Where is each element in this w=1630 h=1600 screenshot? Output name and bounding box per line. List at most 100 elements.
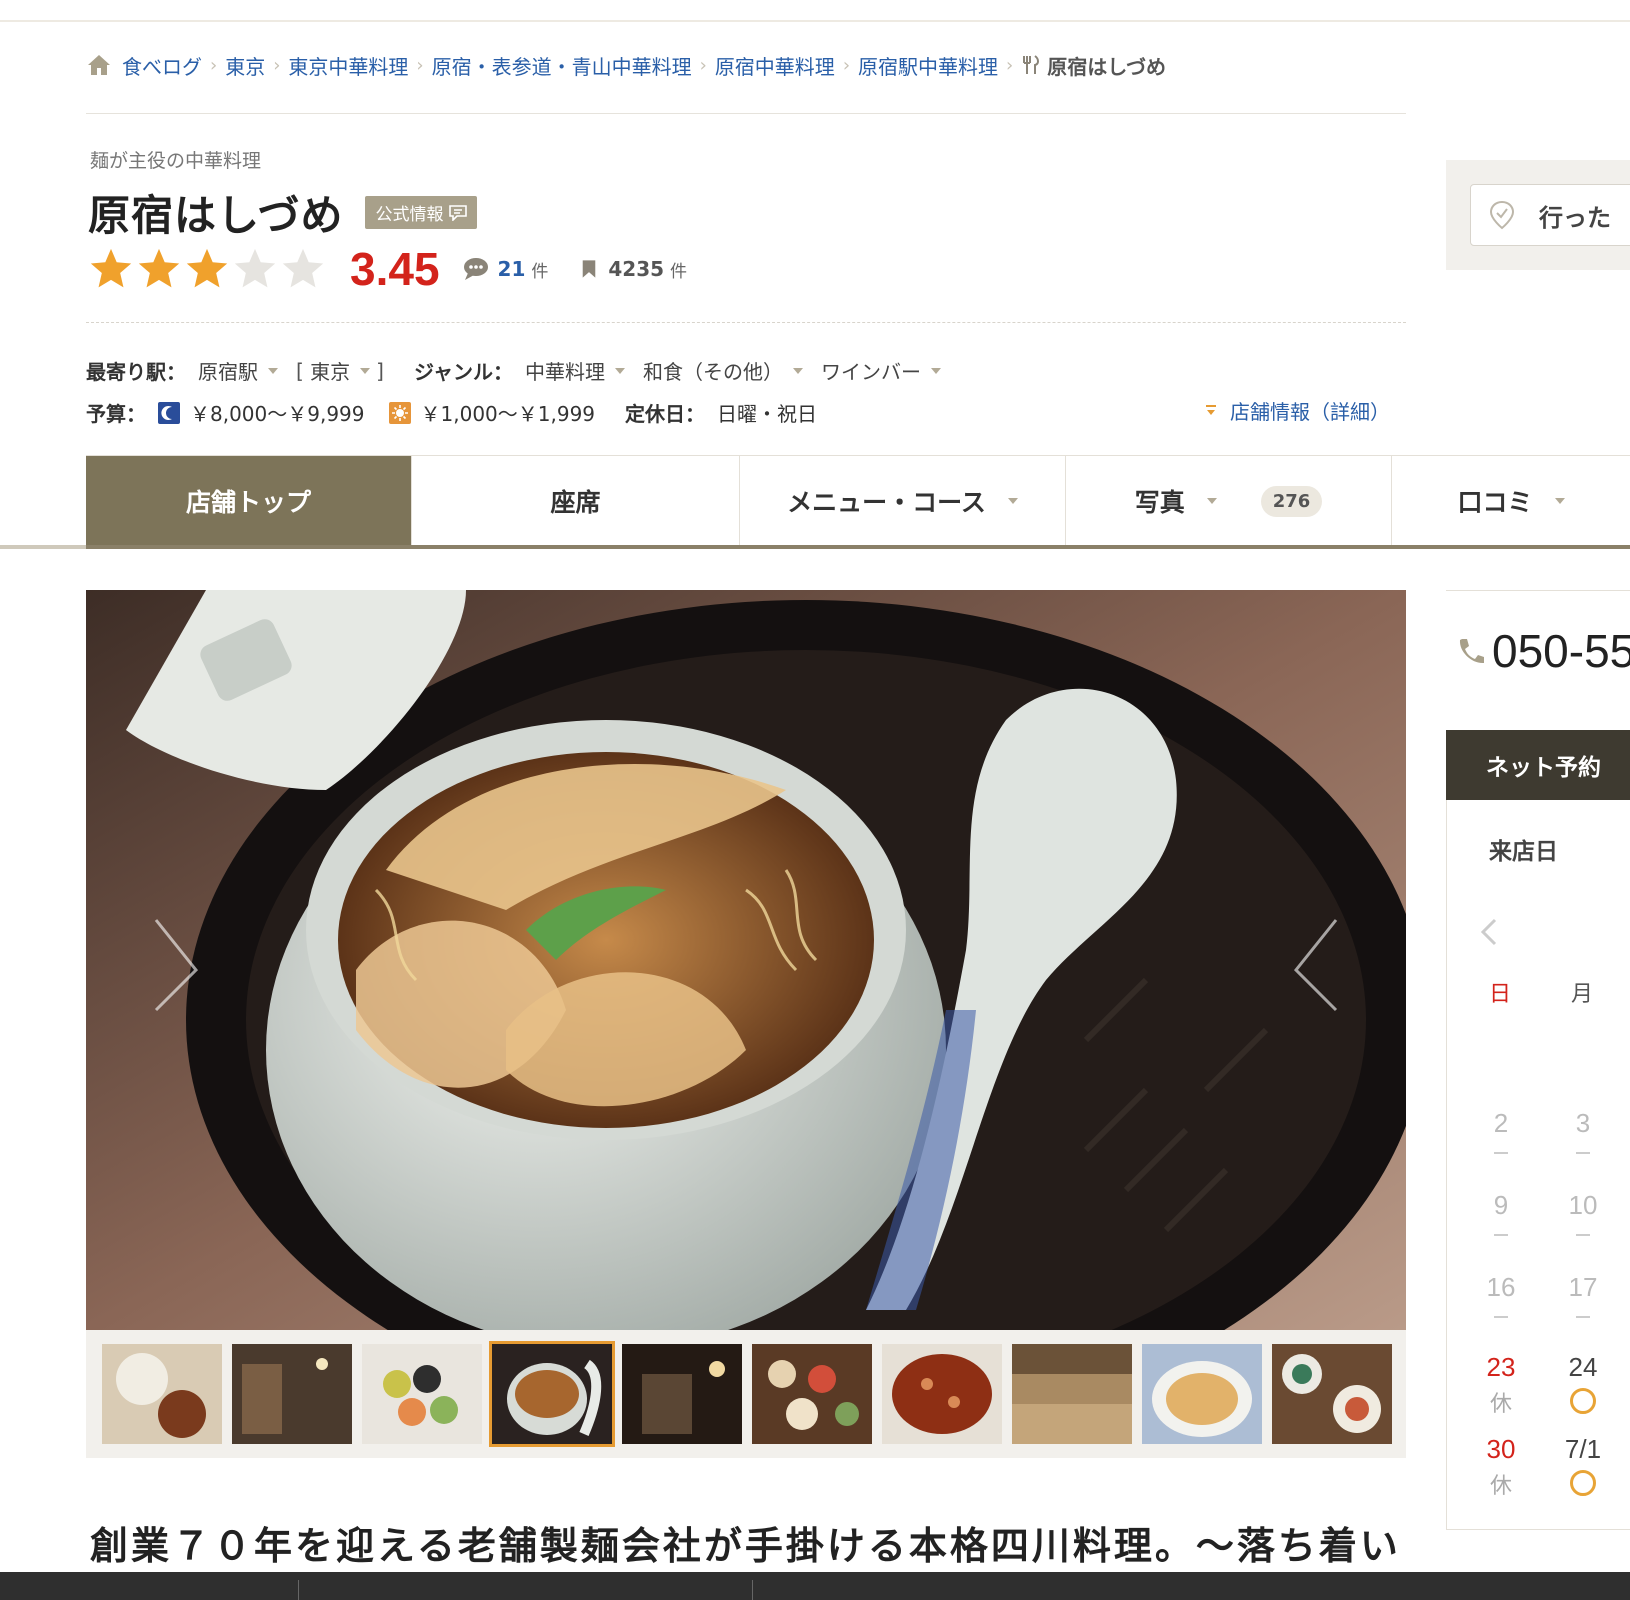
closed-label: 休 bbox=[1489, 1474, 1512, 1499]
closed-label: 休 bbox=[1489, 1392, 1512, 1417]
station-label: 最寄り駅： bbox=[86, 360, 186, 384]
tab-label: 店舗トップ bbox=[185, 488, 311, 517]
bookmarks-count-group: 4235 件 bbox=[578, 256, 687, 282]
thumbnail[interactable] bbox=[1272, 1344, 1392, 1444]
budget-dinner: ￥8,000～￥9,999 bbox=[190, 402, 365, 426]
phone-icon bbox=[1459, 639, 1484, 664]
breadcrumb-separator: › bbox=[416, 54, 424, 76]
thumbnail-selected[interactable] bbox=[489, 1341, 615, 1447]
official-info-badge[interactable]: 公式情報 bbox=[365, 196, 478, 229]
tab-bar-underline bbox=[0, 545, 1630, 549]
went-label: 行った bbox=[1539, 204, 1611, 232]
thumbnail[interactable] bbox=[622, 1344, 742, 1444]
tab-photos[interactable]: 写真 276 bbox=[1066, 456, 1392, 546]
calendar-day-closed: 30 bbox=[1486, 1434, 1516, 1464]
star-empty-icon bbox=[282, 248, 324, 288]
tab-label: 座席 bbox=[550, 488, 601, 517]
chevron-down-icon bbox=[614, 367, 625, 374]
tab-bar-underline-left bbox=[0, 545, 86, 549]
breadcrumb-item-tokyo[interactable]: 東京 bbox=[225, 51, 265, 80]
calendar-day: 10 bbox=[1568, 1190, 1598, 1220]
unavailable-mark bbox=[1576, 1152, 1590, 1154]
breadcrumb-item-tokyo-chinese[interactable]: 東京中華料理 bbox=[288, 51, 408, 80]
home-icon[interactable] bbox=[86, 53, 112, 77]
breadcrumb: 食べログ › 東京 › 東京中華料理 › 原宿・表参道・青山中華料理 › 原宿中華料理 ›… bbox=[86, 50, 1166, 80]
main-photo-image bbox=[86, 590, 1406, 1330]
bracket-open: [ bbox=[296, 358, 311, 383]
calendar-day-available[interactable]: 7/1 bbox=[1553, 1434, 1613, 1465]
fork-knife-icon bbox=[1023, 55, 1040, 74]
speech-bubble-icon bbox=[463, 258, 488, 280]
thumbnail[interactable] bbox=[232, 1344, 352, 1444]
photo-count-badge: 276 bbox=[1260, 485, 1323, 517]
area-value: 東京 bbox=[310, 360, 351, 384]
breadcrumb-item-harajuku-chinese[interactable]: 原宿中華料理 bbox=[715, 51, 835, 80]
genre-dropdown-1[interactable]: 中華料理 bbox=[525, 356, 643, 385]
genre-value-1: 中華料理 bbox=[524, 360, 605, 384]
thumbnail[interactable] bbox=[882, 1344, 1002, 1444]
available-circle-icon[interactable] bbox=[1570, 1388, 1596, 1414]
genre-dropdown-2[interactable]: 和食（その他） bbox=[643, 356, 821, 385]
breadcrumb-separator: › bbox=[273, 54, 281, 76]
thumbnail[interactable] bbox=[102, 1344, 222, 1444]
unavailable-mark bbox=[1576, 1316, 1590, 1318]
genre-dropdown-3[interactable]: ワインバー bbox=[821, 356, 959, 385]
main-photo-carousel[interactable] bbox=[86, 590, 1406, 1330]
holiday-label: 定休日： bbox=[625, 402, 706, 426]
thumbnail[interactable] bbox=[1012, 1344, 1132, 1444]
genre-value-3: ワインバー bbox=[820, 360, 921, 384]
tab-store-top[interactable]: 店舗トップ bbox=[86, 456, 412, 546]
dow-sunday: 日 bbox=[1489, 982, 1512, 1007]
bottom-bar bbox=[0, 1572, 1630, 1600]
thumbnail[interactable] bbox=[1142, 1344, 1262, 1444]
chevron-down-icon bbox=[360, 367, 371, 374]
chevron-left-icon[interactable] bbox=[1479, 916, 1499, 948]
phone-value: 050-55 bbox=[1492, 625, 1630, 677]
chevron-down-icon bbox=[792, 367, 803, 374]
calendar-day: 16 bbox=[1486, 1272, 1516, 1302]
dow-monday: 月 bbox=[1571, 982, 1594, 1007]
store-detail-link[interactable]: 店舗情報（詳細） bbox=[1204, 396, 1390, 425]
moon-icon bbox=[158, 401, 180, 424]
breadcrumb-item-station-chinese[interactable]: 原宿駅中華料理 bbox=[858, 51, 998, 80]
area-dropdown[interactable]: 東京 bbox=[310, 356, 376, 385]
holiday-value: 日曜・祝日 bbox=[717, 402, 818, 426]
available-circle-icon[interactable] bbox=[1570, 1470, 1596, 1496]
rating-stars bbox=[88, 247, 326, 291]
bracket-close: ] bbox=[376, 358, 384, 383]
tab-reviews[interactable]: 口コミ bbox=[1392, 456, 1630, 546]
chevron-down-icon bbox=[268, 367, 278, 374]
info-row-station-genre: 最寄り駅： 原宿駅 [ 東京 ] ジャンル： 中華料理 和食（その他） ワインバ… bbox=[86, 356, 959, 385]
reviews-unit: 件 bbox=[531, 261, 549, 282]
tab-menu-course[interactable]: メニュー・コース bbox=[740, 456, 1066, 546]
reviews-count: 21 bbox=[497, 257, 526, 281]
breadcrumb-item-area-chinese[interactable]: 原宿・表参道・青山中華料理 bbox=[432, 51, 692, 80]
breadcrumb-item-tabelog[interactable]: 食べログ bbox=[122, 51, 202, 80]
station-dropdown[interactable]: 原宿駅 bbox=[198, 356, 296, 385]
phone-number[interactable]: 050-55 bbox=[1456, 624, 1630, 678]
thumbnail[interactable] bbox=[752, 1344, 872, 1444]
bookmarks-unit: 件 bbox=[670, 261, 688, 282]
thumbnail-strip bbox=[86, 1330, 1406, 1458]
calendar-day-available[interactable]: 24 bbox=[1553, 1352, 1613, 1383]
sun-icon bbox=[388, 401, 411, 424]
budget-lunch: ￥1,000～￥1,999 bbox=[420, 402, 596, 426]
thumbnail[interactable] bbox=[362, 1344, 482, 1444]
calendar-day: 3 bbox=[1575, 1108, 1591, 1138]
title-row: 原宿はしづめ 公式情報 bbox=[88, 182, 478, 243]
star-empty-icon bbox=[234, 248, 276, 288]
star-filled-icon bbox=[90, 248, 132, 288]
reviews-count-link[interactable]: 21 件 bbox=[462, 256, 549, 282]
went-button[interactable]: 行った bbox=[1470, 184, 1630, 246]
bottom-bar-divider bbox=[298, 1580, 299, 1600]
bookmark-icon bbox=[583, 260, 596, 278]
unavailable-mark bbox=[1576, 1234, 1590, 1236]
tab-label: 写真 bbox=[1134, 488, 1185, 517]
station-value: 原宿駅 bbox=[198, 360, 258, 384]
tab-seats[interactable]: 座席 bbox=[412, 456, 740, 546]
reservation-calendar: 来店日 日 月 2 3 9 10 16 17 23 24 休 30 7/1 休 bbox=[1446, 800, 1630, 1530]
bottom-bar-divider bbox=[752, 1580, 753, 1600]
net-reservation-header: ネット予約 bbox=[1446, 730, 1630, 800]
catch-copy: 麺が主役の中華料理 bbox=[90, 150, 262, 172]
chevron-down-icon bbox=[1007, 498, 1018, 504]
